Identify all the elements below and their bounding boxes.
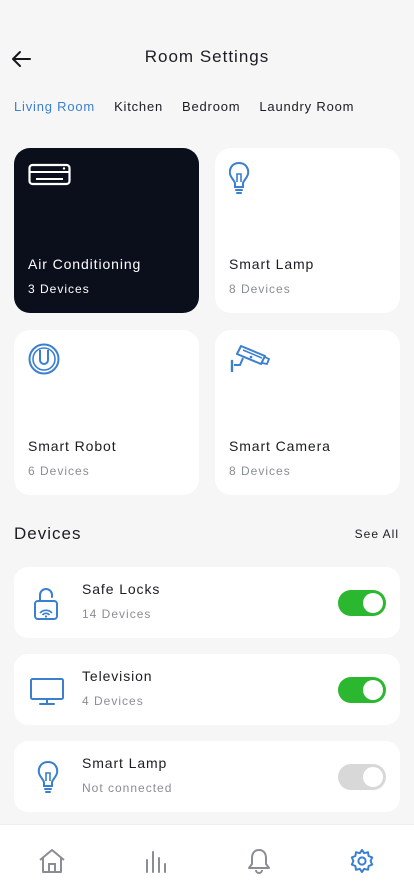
category-count: 8 Devices: [229, 282, 291, 296]
robot-vacuum-icon: [28, 343, 60, 375]
category-card-smart-camera[interactable]: Smart Camera 8 Devices: [215, 330, 400, 495]
category-count: 3 Devices: [28, 282, 90, 296]
devices-section-title: Devices: [14, 524, 82, 543]
nav-home[interactable]: [32, 841, 72, 881]
toggle-knob: [363, 767, 383, 787]
device-row-safe-locks[interactable]: Safe Locks 14 Devices: [14, 567, 400, 638]
see-all-link[interactable]: See All: [355, 527, 399, 541]
stats-icon: [146, 850, 167, 873]
header: Room Settings: [0, 40, 414, 76]
air-conditioner-icon: [28, 163, 71, 186]
bottom-nav: [0, 824, 414, 896]
device-toggle[interactable]: [338, 677, 386, 703]
nav-settings[interactable]: [342, 841, 382, 881]
security-camera-icon: [230, 345, 271, 373]
device-name: Safe Locks: [82, 581, 161, 597]
page-title: Room Settings: [144, 47, 270, 66]
device-name: Smart Lamp: [82, 755, 168, 771]
device-toggle[interactable]: [338, 764, 386, 790]
home-icon: [39, 848, 65, 873]
tab-laundry-room[interactable]: Laundry Room: [259, 99, 354, 114]
device-row-television[interactable]: Television 4 Devices: [14, 654, 400, 725]
smart-lock-icon: [34, 588, 58, 620]
tab-living-room[interactable]: Living Room: [14, 99, 95, 114]
tab-bedroom[interactable]: Bedroom: [182, 99, 240, 114]
tab-kitchen[interactable]: Kitchen: [114, 99, 163, 114]
lightbulb-icon: [229, 161, 250, 194]
category-card-air-conditioning[interactable]: Air Conditioning 3 Devices: [14, 148, 199, 313]
room-tabs: Living Room Kitchen Bedroom Laundry Room: [14, 99, 373, 114]
category-name: Smart Robot: [28, 438, 117, 454]
category-name: Air Conditioning: [28, 256, 142, 272]
device-row-smart-lamp[interactable]: Smart Lamp Not connected: [14, 741, 400, 812]
category-count: 6 Devices: [28, 464, 90, 478]
device-toggle[interactable]: [338, 590, 386, 616]
category-name: Smart Lamp: [229, 256, 315, 272]
toggle-knob: [363, 680, 383, 700]
category-card-smart-lamp[interactable]: Smart Lamp 8 Devices: [215, 148, 400, 313]
nav-stats[interactable]: [135, 841, 175, 881]
category-count: 8 Devices: [229, 464, 291, 478]
device-subtitle: Not connected: [82, 781, 173, 795]
lightbulb-icon: [37, 761, 59, 793]
device-subtitle: 14 Devices: [82, 607, 152, 621]
category-card-smart-robot[interactable]: Smart Robot 6 Devices: [14, 330, 199, 495]
settings-icon: [351, 848, 374, 873]
toggle-knob: [363, 593, 383, 613]
television-icon: [30, 678, 64, 705]
bell-icon: [247, 848, 270, 874]
nav-notifications[interactable]: [239, 841, 279, 881]
device-subtitle: 4 Devices: [82, 694, 144, 708]
device-name: Television: [82, 668, 153, 684]
category-grid: Air Conditioning 3 Devices Smart Lamp 8 …: [14, 148, 400, 495]
category-name: Smart Camera: [229, 438, 331, 454]
